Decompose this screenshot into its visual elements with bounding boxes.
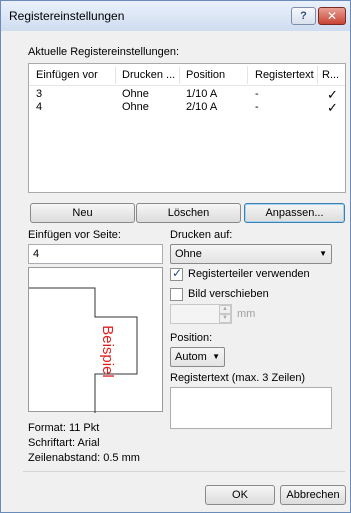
cell-print: Ohne bbox=[122, 101, 149, 113]
column-separator bbox=[179, 66, 180, 84]
check-icon: ✓ bbox=[327, 100, 338, 115]
move-image-spinner[interactable]: ▲ ▼ bbox=[170, 304, 232, 324]
chevron-down-icon: ▼ bbox=[319, 249, 327, 258]
move-image-checkbox-row[interactable]: Bild verschieben bbox=[170, 287, 340, 303]
sample-text: Beispiel bbox=[98, 325, 116, 378]
format-info: Format: 11 Pkt bbox=[28, 422, 100, 434]
column-separator bbox=[115, 66, 116, 84]
move-image-checkbox[interactable] bbox=[170, 288, 183, 301]
move-image-checkbox-label[interactable]: Bild verschieben bbox=[188, 288, 269, 300]
delete-button[interactable]: Löschen bbox=[136, 203, 241, 223]
cancel-button[interactable]: Abbrechen bbox=[280, 485, 346, 505]
cell-insert-before: 4 bbox=[36, 101, 43, 113]
spin-down-icon[interactable]: ▼ bbox=[219, 314, 231, 323]
spin-up-icon[interactable]: ▲ bbox=[219, 305, 231, 314]
register-text-input[interactable] bbox=[170, 387, 332, 429]
print-on-label: Drucken auf: bbox=[170, 229, 233, 241]
column-header-insert-before[interactable]: Einfügen vor bbox=[36, 69, 98, 81]
close-button[interactable]: ✕ bbox=[318, 7, 346, 25]
insert-before-label: Einfügen vor Seite: bbox=[28, 229, 121, 241]
register-settings-dialog: Registereinstellungen ? ✕ Aktuelle Regis… bbox=[0, 0, 351, 513]
column-separator bbox=[317, 66, 318, 84]
column-header-position[interactable]: Position bbox=[186, 69, 225, 81]
column-header-r[interactable]: R... bbox=[322, 69, 339, 81]
insert-before-field[interactable]: 4 bbox=[28, 244, 163, 264]
column-header-register-text[interactable]: Registertext bbox=[255, 69, 314, 81]
register-text-label: Registertext (max. 3 Zeilen) bbox=[170, 372, 306, 384]
cell-insert-before: 3 bbox=[36, 88, 43, 100]
divider-checkbox-label[interactable]: Registerteiler verwenden bbox=[188, 268, 310, 280]
cell-register-text: - bbox=[255, 101, 259, 113]
new-button[interactable]: Neu bbox=[30, 203, 135, 223]
current-settings-list[interactable]: Einfügen vor Drucken ... Position Regist… bbox=[28, 63, 346, 193]
list-header: Einfügen vor Drucken ... Position Regist… bbox=[29, 64, 345, 86]
print-on-dropdown[interactable]: Ohne ▼ bbox=[170, 244, 332, 264]
divider-checkbox-row[interactable]: ✓ Registerteiler verwenden bbox=[170, 266, 340, 283]
column-header-print[interactable]: Drucken ... bbox=[122, 69, 175, 81]
position-dropdown[interactable]: Autom ▼ bbox=[170, 347, 225, 367]
print-on-value: Ohne bbox=[175, 248, 202, 260]
ok-button[interactable]: OK bbox=[205, 485, 275, 505]
spacing-info: Zeilenabstand: 0.5 mm bbox=[28, 452, 140, 464]
customize-button[interactable]: Anpassen... bbox=[244, 203, 345, 223]
divider-checkbox[interactable]: ✓ bbox=[170, 266, 183, 281]
chevron-down-icon: ▼ bbox=[212, 352, 220, 361]
table-row[interactable]: 4 Ohne 2/10 A - ✓ bbox=[29, 101, 345, 114]
cell-print: Ohne bbox=[122, 88, 149, 100]
checkmark-icon: ✓ bbox=[172, 266, 183, 280]
table-row[interactable]: 3 Ohne 1/10 A - ✓ bbox=[29, 88, 345, 101]
cell-position: 2/10 A bbox=[186, 101, 218, 113]
cell-register-text: - bbox=[255, 88, 259, 100]
help-button[interactable]: ? bbox=[291, 7, 316, 25]
mm-unit-label: mm bbox=[237, 308, 256, 320]
column-separator bbox=[247, 66, 248, 84]
tab-divider-outline-icon bbox=[29, 287, 138, 413]
current-settings-label: Aktuelle Registereinstellungen: bbox=[28, 46, 180, 58]
font-info: Schriftart: Arial bbox=[28, 437, 100, 449]
preview-panel: Beispiel bbox=[28, 267, 163, 413]
cell-position: 1/10 A bbox=[186, 88, 218, 100]
title-bar[interactable]: Registereinstellungen ? ✕ bbox=[1, 1, 350, 31]
footer-divider bbox=[23, 471, 345, 472]
position-label: Position: bbox=[170, 332, 213, 344]
window-title: Registereinstellungen bbox=[9, 9, 125, 23]
position-value: Autom bbox=[175, 351, 207, 363]
